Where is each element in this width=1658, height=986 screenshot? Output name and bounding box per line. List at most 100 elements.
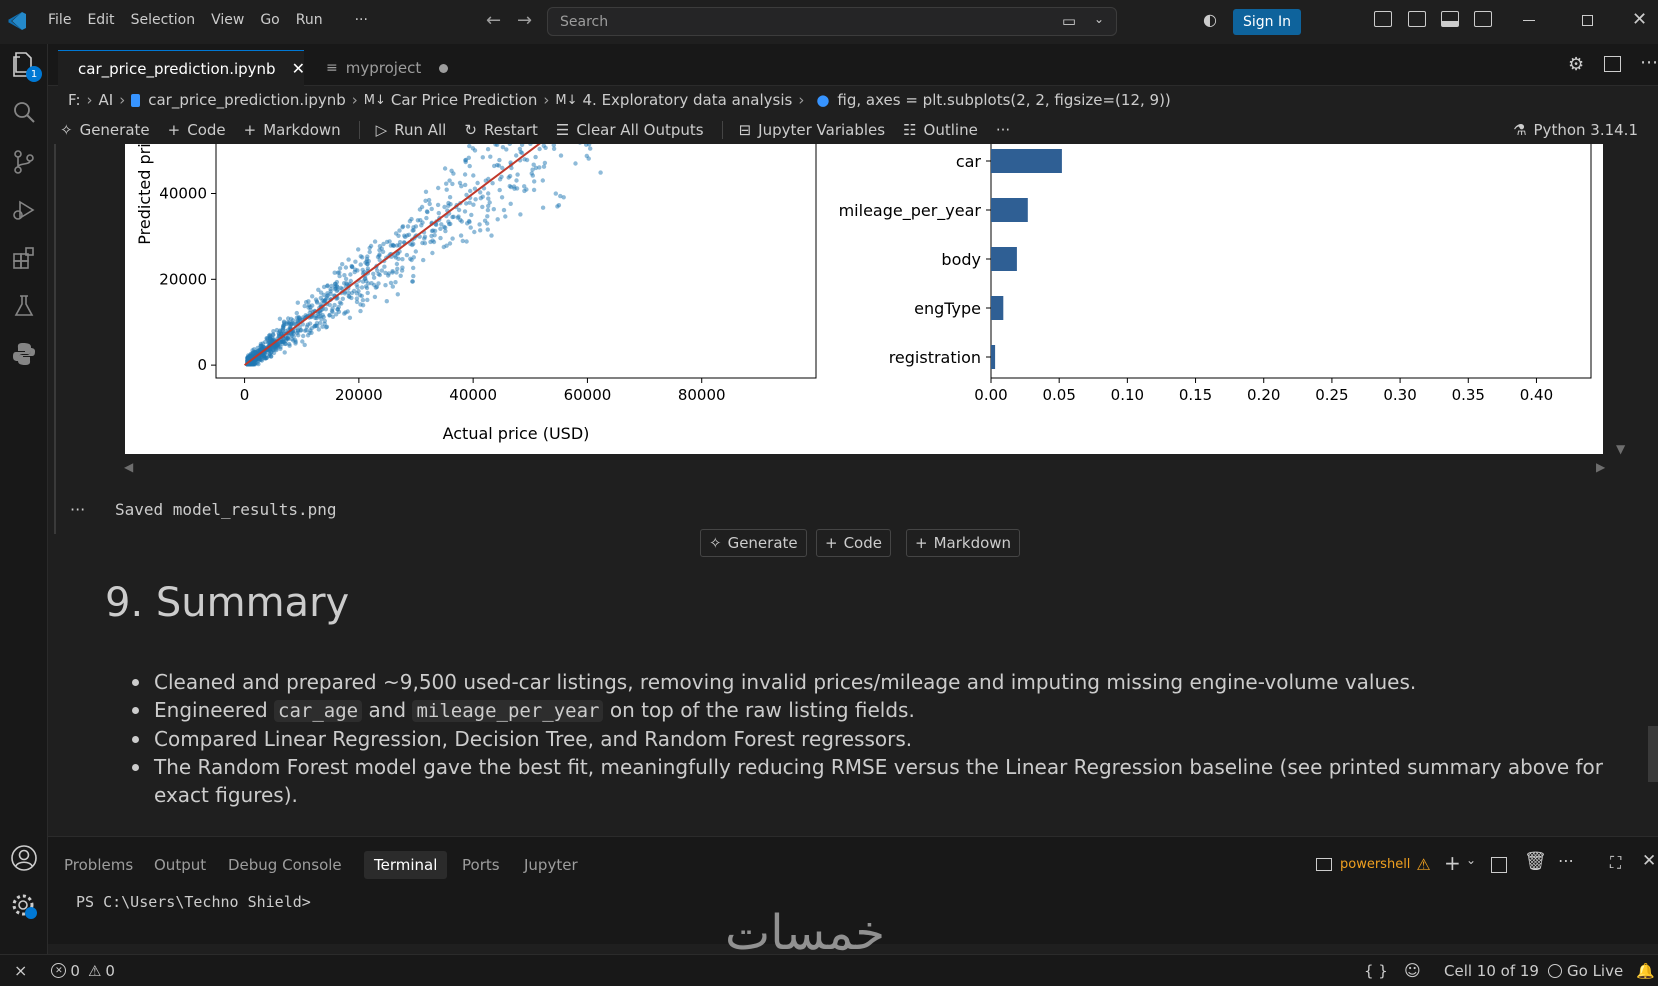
scroll-down-icon[interactable]: ▼	[1616, 442, 1625, 456]
explorer-icon[interactable]: 1	[8, 48, 42, 82]
tab-myproject[interactable]: ≡ myproject	[316, 50, 516, 86]
accounts-icon[interactable]	[8, 842, 40, 874]
scatter-point	[429, 206, 434, 212]
extensions-icon[interactable]	[8, 242, 40, 274]
outline-button[interactable]: ☷ Outline	[903, 121, 978, 139]
menu-edit[interactable]: Edit	[79, 12, 122, 28]
close-window-icon[interactable]: ✕	[1632, 9, 1647, 30]
menu-run[interactable]: Run	[288, 12, 331, 28]
new-terminal-plus-icon[interactable]: +	[1444, 851, 1461, 875]
scatter-point	[442, 166, 448, 171]
split-editor-icon[interactable]	[1604, 56, 1621, 72]
summary-item: Cleaned and prepared ~9,500 used-car lis…	[128, 668, 1618, 696]
menu-view[interactable]: View	[203, 12, 252, 28]
restore-window-icon[interactable]	[1582, 15, 1593, 26]
scatter-point	[485, 221, 490, 226]
scroll-left-icon[interactable]: ◀	[124, 460, 133, 474]
menu-go[interactable]: Go	[252, 12, 287, 28]
breadcrumb-subsection[interactable]: 4. Exploratory data analysis	[582, 91, 792, 109]
layout-customize-icon[interactable]	[1374, 11, 1392, 27]
category-label: car	[956, 152, 982, 171]
maximize-panel-icon[interactable]: ⛶	[1610, 853, 1621, 873]
toggle-secondary-sidebar-icon[interactable]	[1474, 11, 1492, 27]
editor-scrollbar-thumb[interactable]	[1648, 726, 1658, 782]
run-all-button[interactable]: ▷ Run All	[376, 121, 447, 139]
search-icon[interactable]	[8, 96, 40, 128]
tab-jupyter[interactable]: Jupyter	[514, 851, 588, 879]
notebook-settings-gear-icon[interactable]: ⚙	[1568, 54, 1584, 75]
breadcrumb-cell[interactable]: fig, axes = plt.subplots(2, 2, figsize=(…	[837, 91, 1170, 109]
menu-selection[interactable]: Selection	[123, 12, 204, 28]
scatter-y-ticks: 0 20000 40000	[159, 184, 216, 374]
back-arrow-icon[interactable]: ←	[486, 10, 501, 31]
python-icon[interactable]	[8, 338, 40, 370]
remote-indicator-icon[interactable]: ⨯	[14, 961, 27, 980]
toggle-panel-icon[interactable]	[1441, 11, 1459, 27]
generate-button[interactable]: ✧ Generate	[60, 121, 150, 139]
menu-more[interactable]: ···	[347, 12, 376, 28]
tab-terminal[interactable]: Terminal	[364, 851, 448, 879]
insert-code-button[interactable]: + Code	[816, 529, 891, 557]
kernel-picker-button[interactable]: ⚗ Python 3.14.1	[1513, 121, 1638, 139]
scatter-point	[354, 299, 360, 305]
close-tab-icon[interactable]: ✕	[292, 59, 305, 78]
breadcrumb-folder[interactable]: AI	[99, 91, 114, 109]
tab-output[interactable]: Output	[144, 851, 216, 879]
jupyter-variables-button[interactable]: ⊟ Jupyter Variables	[739, 121, 886, 139]
toggle-sidebar-icon[interactable]	[1408, 11, 1426, 27]
terminal-dropdown-chevron-icon[interactable]: ⌄	[1466, 853, 1476, 867]
tab-car-price-prediction[interactable]: car_price_prediction.ipynb ✕	[58, 50, 305, 86]
toolbar-more-button[interactable]: ···	[996, 121, 1010, 139]
problems-status[interactable]: ✕ 0 ⚠ 0	[51, 962, 115, 980]
breadcrumb-file[interactable]: car_price_prediction.ipynb	[148, 91, 346, 109]
output-menu-button[interactable]: ···	[70, 500, 85, 519]
breadcrumb-section[interactable]: Car Price Prediction	[391, 91, 537, 109]
add-markdown-cell-button[interactable]: + Markdown	[244, 121, 341, 139]
reference-line	[243, 144, 541, 366]
kill-terminal-trash-icon[interactable]: 🗑	[1524, 851, 1547, 872]
close-panel-icon[interactable]: ✕	[1642, 851, 1656, 871]
tab-ports[interactable]: Ports	[452, 851, 510, 879]
cell-indicator[interactable]: Cell 10 of 19	[1444, 962, 1539, 980]
run-debug-icon[interactable]	[8, 194, 40, 226]
scatter-point	[384, 299, 389, 304]
testing-flask-icon[interactable]	[8, 290, 40, 322]
panel-more-icon[interactable]: ⋯	[1558, 851, 1574, 870]
copilot-status-icon[interactable]: ☺	[1404, 961, 1421, 980]
tab-debug-console[interactable]: Debug Console	[218, 851, 352, 879]
insert-generate-button[interactable]: ✧ Generate	[700, 529, 807, 557]
copilot-icon[interactable]: ◐	[1203, 10, 1217, 29]
clear-outputs-button[interactable]: ☰ Clear All Outputs	[556, 121, 704, 139]
unsaved-dot-icon[interactable]	[439, 63, 449, 73]
go-live-button[interactable]: Go Live	[1548, 962, 1623, 980]
more-actions-icon[interactable]: ⋯	[1640, 52, 1658, 73]
source-control-icon[interactable]	[8, 146, 40, 178]
terminal-prompt[interactable]: PS C:\Users\Techno Shield>	[76, 893, 311, 911]
python-cell-icon: ●	[816, 91, 830, 109]
sign-in-button[interactable]: Sign In	[1233, 9, 1301, 35]
manage-gear-icon[interactable]	[8, 890, 40, 922]
search-input[interactable]: Search ▭ ⌄	[547, 7, 1117, 36]
copilot-chat-icon[interactable]: ▭	[1062, 12, 1076, 30]
breadcrumb-drive[interactable]: F:	[68, 91, 81, 109]
insert-markdown-button[interactable]: + Markdown	[906, 529, 1021, 557]
notifications-bell-icon[interactable]: 🔔	[1636, 962, 1655, 980]
breadcrumb-chevron-icon: ›	[119, 91, 126, 109]
chevron-down-icon[interactable]: ⌄	[1094, 12, 1104, 26]
scatter-point	[342, 273, 347, 278]
engineered-post: on top of the raw listing fields.	[609, 698, 915, 722]
plus-icon: +	[243, 121, 257, 139]
scatter-point	[495, 217, 500, 222]
terminal-profile[interactable]: powershell ⚠	[1316, 855, 1431, 874]
language-braces[interactable]: { }	[1364, 962, 1388, 980]
minimize-window-icon[interactable]	[1523, 20, 1535, 21]
scatter-point	[497, 177, 503, 182]
restart-button[interactable]: ↻ Restart	[464, 121, 538, 139]
scatter-point	[268, 347, 273, 353]
forward-arrow-icon[interactable]: →	[517, 10, 532, 31]
add-code-cell-button[interactable]: + Code	[168, 121, 226, 139]
scroll-right-icon[interactable]: ▶	[1596, 460, 1605, 474]
tab-problems[interactable]: Problems	[54, 851, 143, 879]
menu-file[interactable]: File	[40, 12, 79, 28]
split-terminal-icon[interactable]	[1491, 857, 1507, 873]
